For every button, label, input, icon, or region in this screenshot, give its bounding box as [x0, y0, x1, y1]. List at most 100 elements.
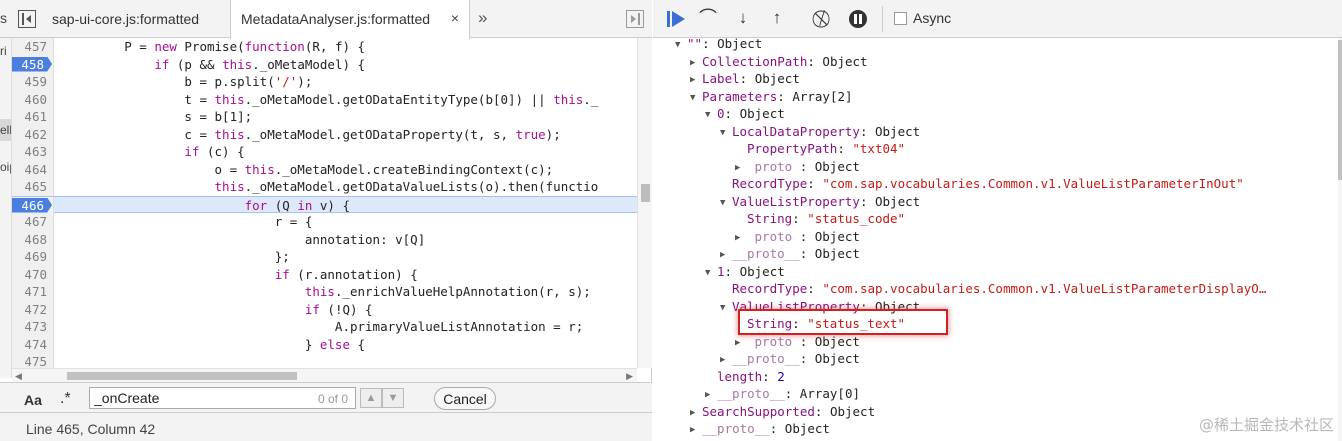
scope-tree[interactable]: ▼ "": Object ▶ CollectionPath: Object ▶ Label… [653, 38, 1338, 441]
scope-tree-row[interactable]: ▼ LocalDataProperty: Object [720, 123, 920, 141]
line-number[interactable]: 463 [12, 143, 54, 161]
scope-tree-row[interactable]: ▶ SearchSupported: Object [690, 403, 875, 421]
code-editor[interactable]: 457 P = new Promise(function(R, f) {458 … [12, 38, 637, 368]
scope-tree-row[interactable]: ▶ proto : Object [735, 333, 860, 351]
navigator-item[interactable]: ri [0, 44, 7, 58]
scope-tree-row[interactable]: PropertyPath: "txt04" [735, 140, 905, 158]
scope-tree-row[interactable]: ▶ proto : Object [735, 158, 860, 176]
code-line[interactable]: 462 c = this._oMetaModel.getODataPropert… [12, 125, 637, 143]
line-number[interactable]: 469 [12, 248, 54, 266]
code-line[interactable]: 469 }; [12, 248, 637, 266]
step-out-icon[interactable]: ↑ [766, 8, 788, 30]
code-line[interactable]: 463 if (c) { [12, 143, 637, 161]
step-into-icon[interactable]: ↓ [732, 8, 754, 30]
scope-tree-row[interactable]: ▼ 1: Object [705, 263, 785, 281]
code-line[interactable]: 470 if (r.annotation) { [12, 265, 637, 283]
vertical-scrollbar[interactable] [637, 38, 652, 368]
scope-tree-row[interactable]: ▶ __proto__: Object [720, 245, 860, 263]
scope-tree-row[interactable]: String: "status_code" [735, 210, 905, 228]
line-number[interactable]: 466 [12, 196, 54, 214]
scope-tree-row[interactable]: ▼ Parameters: Array[2] [690, 88, 853, 106]
scope-tree-row[interactable]: ▶ __proto__: Object [720, 350, 860, 368]
scope-tree-row[interactable]: ▼ "": Object [675, 38, 762, 53]
match-case-toggle[interactable]: Aa [24, 392, 42, 408]
scope-tree-row[interactable]: ▼ 0: Object [705, 105, 785, 123]
async-checkbox[interactable] [894, 12, 907, 25]
cancel-button[interactable]: Cancel [434, 387, 496, 410]
scrollbar-thumb[interactable] [1338, 40, 1342, 180]
code-line[interactable]: 472 if (!Q) { [12, 300, 637, 318]
navigator-item[interactable]: oip [0, 160, 11, 174]
expanded-triangle-icon[interactable]: ▼ [720, 125, 732, 143]
sidebar-toggle-icon[interactable] [626, 10, 644, 28]
resume-icon[interactable] [665, 8, 687, 30]
scroll-right-icon[interactable]: ▶ [626, 371, 633, 382]
code-line[interactable]: 467 r = { [12, 213, 637, 231]
code-line[interactable]: 475 [12, 353, 637, 368]
expanded-triangle-icon[interactable]: ▼ [705, 107, 717, 125]
code-line[interactable]: 468 annotation: v[Q] [12, 230, 637, 248]
line-number[interactable]: 464 [12, 160, 54, 178]
line-number[interactable]: 468 [12, 230, 54, 248]
line-number[interactable]: 462 [12, 125, 54, 143]
horizontal-scrollbar[interactable]: ◀ ▶ [12, 368, 637, 382]
deactivate-breakpoints-icon[interactable]: ⧸⃠ [811, 8, 833, 30]
scope-tree-row[interactable]: RecordType: "com.sap.vocabularies.Common… [720, 280, 1266, 298]
expanded-triangle-icon[interactable]: ▼ [675, 38, 687, 55]
navigator-item[interactable]: ell [0, 123, 11, 137]
expanded-triangle-icon[interactable]: ▼ [720, 195, 732, 213]
search-previous-button[interactable]: ▲ [360, 388, 382, 408]
line-number[interactable]: 473 [12, 318, 54, 336]
search-next-button[interactable]: ▼ [382, 388, 404, 408]
scope-tree-row[interactable]: RecordType: "com.sap.vocabularies.Common… [720, 175, 1244, 193]
scroll-left-icon[interactable]: ◀ [15, 371, 22, 382]
scope-tree-row[interactable]: ▶ __proto__: Array[0] [705, 385, 860, 403]
tab-metadata-analyser[interactable]: MetadataAnalyser.js:formatted × [230, 0, 470, 39]
line-number[interactable]: 467 [12, 213, 54, 231]
vertical-scrollbar[interactable] [1338, 38, 1342, 441]
line-number[interactable]: 460 [12, 90, 54, 108]
expanded-triangle-icon[interactable]: ▼ [690, 90, 702, 108]
scope-tree-row[interactable]: ▼ ValueListProperty: Object [720, 193, 920, 211]
pause-on-exceptions-icon[interactable] [849, 10, 867, 28]
line-number[interactable]: 475 [12, 353, 54, 368]
expanded-triangle-icon[interactable]: ▼ [705, 265, 717, 283]
scope-tree-row[interactable]: ▶ Label: Object [690, 70, 800, 88]
code-line[interactable]: 459 b = p.split('/'); [12, 73, 637, 91]
search-input[interactable] [89, 387, 356, 409]
scope-tree-row[interactable]: ▶ CollectionPath: Object [690, 53, 868, 71]
line-number[interactable]: 470 [12, 265, 54, 283]
line-number[interactable]: 472 [12, 300, 54, 318]
expanded-triangle-icon[interactable]: ▼ [720, 300, 732, 318]
code-line[interactable]: 471 this._enrichValueHelpAnnotation(r, s… [12, 283, 637, 301]
scope-tree-row[interactable]: ▶ proto : Object [735, 228, 860, 246]
tab-cut-left[interactable]: s [0, 10, 8, 30]
code-line[interactable]: 458 if (p && this._oMetaModel) { [12, 55, 637, 73]
line-number[interactable]: 461 [12, 108, 54, 126]
scope-tree-row[interactable]: length: 2 [705, 368, 785, 386]
code-line[interactable]: 466 for (Q in v) { [12, 195, 637, 214]
code-line[interactable]: 474 } else { [12, 335, 637, 353]
navigator-toggle-icon[interactable] [18, 10, 36, 28]
scrollbar-thumb[interactable] [67, 372, 297, 380]
code-line[interactable]: 460 t = this._oMetaModel.getODataEntityT… [12, 90, 637, 108]
line-number[interactable]: 458 [12, 55, 54, 73]
code-line[interactable]: 457 P = new Promise(function(R, f) { [12, 38, 637, 56]
step-over-icon[interactable]: ⌒ [697, 8, 719, 30]
line-number[interactable]: 459 [12, 73, 54, 91]
code-line[interactable]: 461 s = b[1]; [12, 108, 637, 126]
line-number[interactable]: 471 [12, 283, 54, 301]
code-line[interactable]: 473 A.primaryValueListAnnotation = r; [12, 318, 637, 336]
line-number[interactable]: 457 [12, 38, 54, 56]
scrollbar-thumb[interactable] [641, 184, 650, 202]
breakpoint-marker[interactable]: 458 [12, 56, 52, 72]
line-number[interactable]: 474 [12, 335, 54, 353]
breakpoint-marker[interactable]: 466 [12, 197, 52, 213]
tab-sap-ui-core[interactable]: sap-ui-core.js:formatted [42, 0, 230, 38]
code-line[interactable]: 465 this._oMetaModel.getODataValueLists(… [12, 178, 637, 196]
scope-tree-row[interactable]: ▶ __proto__: Object [690, 420, 830, 438]
collapsed-triangle-icon[interactable]: ▶ [690, 422, 702, 440]
line-number[interactable]: 465 [12, 178, 54, 196]
code-line[interactable]: 464 o = this._oMetaModel.createBindingCo… [12, 160, 637, 178]
regex-toggle[interactable]: .* [60, 390, 71, 408]
